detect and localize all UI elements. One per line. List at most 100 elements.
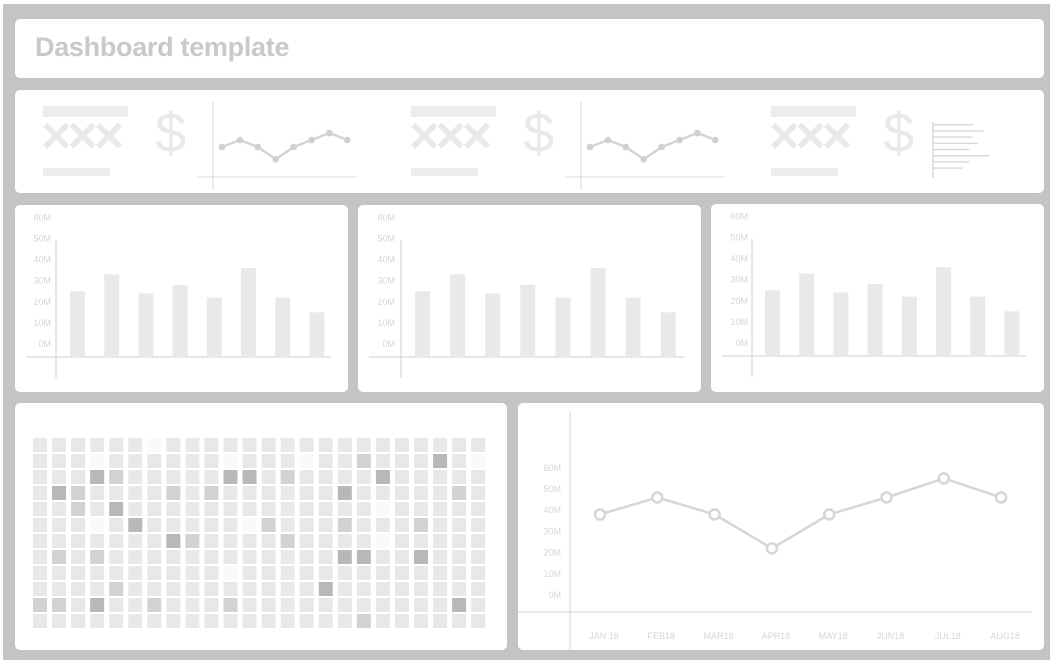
heatmap-cell <box>318 518 333 532</box>
y-tick-label: 40M <box>730 254 748 264</box>
bar <box>206 297 222 357</box>
heatmap-cell <box>128 438 143 452</box>
heatmap-cell <box>261 518 276 532</box>
sparkline-point <box>290 143 297 151</box>
y-tick-label: 10M <box>33 318 51 328</box>
heatmap-cell <box>375 534 390 548</box>
heatmap-cell <box>394 550 409 564</box>
heatmap-cell <box>242 454 257 468</box>
heatmap-cell <box>471 454 486 468</box>
heatmap-cell <box>128 518 143 532</box>
heatmap-cell <box>204 566 219 580</box>
sparkline-point <box>254 143 262 151</box>
heatmap-cell <box>52 454 67 468</box>
bar <box>172 284 188 357</box>
heatmap-cell <box>204 454 219 468</box>
hbar-line <box>933 161 970 163</box>
heatmap-cell <box>452 598 467 612</box>
heatmap-cell <box>280 486 295 500</box>
bar <box>901 296 917 356</box>
heatmap-cell <box>356 470 371 484</box>
heatmap-cell <box>223 550 238 564</box>
bar <box>660 312 676 357</box>
heatmap-cell <box>299 582 314 596</box>
heatmap-cell <box>147 454 162 468</box>
bar <box>936 267 951 356</box>
heatmap-cell <box>33 534 47 548</box>
kpi-sublabel-placeholder <box>411 168 478 176</box>
heatmap-cell <box>52 486 67 500</box>
heatmap-cell <box>433 614 448 628</box>
heatmap-cell <box>375 614 390 628</box>
kpi-strip: ××× $ ××× $ ××× $ <box>15 90 1044 193</box>
heatmap-cell <box>223 470 238 484</box>
heatmap-cell <box>337 598 352 612</box>
sparkline-point <box>622 143 630 151</box>
heatmap-cell <box>280 614 295 628</box>
heatmap-cell <box>318 598 333 612</box>
heatmap-cell <box>33 598 47 612</box>
heatmap-cell <box>433 470 448 484</box>
heatmap-cell <box>318 534 333 548</box>
heatmap-cell <box>337 566 352 580</box>
heatmap-cell <box>299 614 314 628</box>
data-point <box>651 491 664 504</box>
bar <box>1004 311 1020 356</box>
y-tick-label: 10M <box>543 569 561 579</box>
heatmap-cell <box>414 582 428 596</box>
heatmap-cell <box>299 550 314 564</box>
heatmap-cell <box>452 454 467 468</box>
heatmap-cell <box>394 502 409 516</box>
heatmap-cell <box>471 582 486 596</box>
kpi-sublabel-placeholder <box>771 168 838 176</box>
heatmap-cell <box>147 518 162 532</box>
heatmap-cell <box>166 486 181 500</box>
heatmap-cell <box>414 438 428 452</box>
heatmap-cell <box>242 486 257 500</box>
heatmap-cell <box>52 550 67 564</box>
kpi-mini-chart <box>932 122 989 178</box>
heatmap-cell <box>452 486 467 500</box>
kpi-value-placeholder: ××× <box>409 107 492 165</box>
heatmap-cell <box>394 598 409 612</box>
x-tick-label: MAY18 <box>819 631 848 641</box>
heatmap-cell <box>433 454 448 468</box>
heatmap-cell <box>166 566 181 580</box>
heatmap-cell <box>109 470 124 484</box>
hbar-line <box>933 155 989 157</box>
heatmap-cell <box>299 454 314 468</box>
heatmap-cell <box>318 550 333 564</box>
heatmap-cell <box>433 486 448 500</box>
heatmap-cell <box>223 598 238 612</box>
heatmap-cell <box>204 486 219 500</box>
y-tick-label: 0M <box>735 338 748 348</box>
y-tick-label: 20M <box>543 548 561 558</box>
heatmap-cell <box>261 534 276 548</box>
heatmap-cell <box>90 582 105 596</box>
bar <box>275 297 291 357</box>
y-tick-label: 10M <box>377 318 395 328</box>
sparkline-point <box>676 136 683 144</box>
heatmap-cell <box>128 550 143 564</box>
heatmap-cell <box>147 566 162 580</box>
heatmap-cell <box>71 486 86 500</box>
heatmap-cell <box>414 470 428 484</box>
heatmap-cell <box>166 534 181 548</box>
x-tick-label: JUN18 <box>877 631 905 641</box>
heatmap-cell <box>414 598 428 612</box>
y-tick-label: 20M <box>377 297 395 307</box>
heatmap-cell <box>33 582 47 596</box>
y-tick-label: 60M <box>730 211 748 221</box>
y-tick-label: 40M <box>543 505 561 515</box>
bar <box>520 284 536 357</box>
heatmap-cell <box>318 502 333 516</box>
bar-chart-2: 0M 10M 20M 30M 40M 50M 60M <box>369 212 684 378</box>
heatmap-cell <box>375 566 390 580</box>
heatmap-cell <box>185 598 200 612</box>
heatmap-cell <box>280 454 295 468</box>
heatmap-cell <box>204 550 219 564</box>
sparkline-point <box>712 136 719 144</box>
heatmap-cell <box>185 502 200 516</box>
bar-chart-3: 0M 10M 20M 30M 40M 50M 60M <box>722 211 1026 377</box>
heatmap-cell <box>433 438 448 452</box>
